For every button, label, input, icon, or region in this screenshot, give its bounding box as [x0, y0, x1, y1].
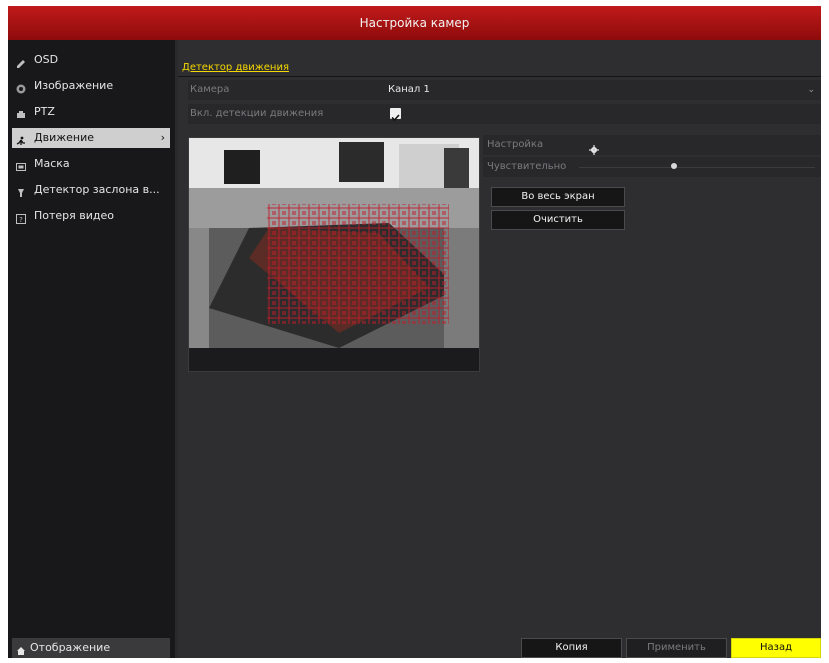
- back-button[interactable]: Назад: [731, 638, 821, 658]
- sidebar-item-label: Маска: [34, 157, 70, 170]
- home-icon: [16, 643, 26, 655]
- clear-button[interactable]: Очистить: [491, 210, 625, 230]
- sidebar-item-tamper-detection[interactable]: Детектор заслона в...: [12, 180, 170, 200]
- image-icon: [16, 81, 26, 94]
- sidebar-item-video-loss[interactable]: ? Потеря видео: [12, 206, 170, 226]
- camera-select[interactable]: Канал 1: [388, 80, 430, 100]
- camera-settings-window: Настройка камер OSD Изображение PTZ Движ…: [8, 6, 821, 658]
- edit-icon: [16, 55, 26, 68]
- sidebar-item-ptz[interactable]: PTZ: [12, 102, 170, 122]
- sensitivity-slider-thumb[interactable]: [671, 163, 677, 169]
- sidebar-item-label: Движение: [34, 131, 95, 144]
- sidebar-item-label: OSD: [34, 53, 59, 66]
- sensitivity-label: Чувствительно: [487, 161, 567, 172]
- enable-motion-checkbox[interactable]: [390, 108, 401, 122]
- sidebar-item-label: Потеря видео: [34, 209, 115, 222]
- sidebar-item-label: PTZ: [34, 105, 55, 118]
- ptz-icon: [16, 107, 26, 118]
- sidebar-item-image[interactable]: Изображение: [12, 76, 170, 96]
- sidebar-item-motion[interactable]: Движение ›: [12, 128, 170, 148]
- motion-area-preview[interactable]: [189, 138, 479, 371]
- section-divider: [178, 76, 821, 77]
- enable-motion-row[interactable]: Вкл. детекции движения: [188, 104, 821, 124]
- check-icon: [391, 114, 400, 122]
- motion-detection-panel: Детектор движения Камера Канал 1 ⌄ Вкл. …: [178, 40, 821, 658]
- question-icon: ?: [16, 211, 26, 224]
- window-title: Настройка камер: [8, 6, 821, 40]
- apply-button[interactable]: Применить: [626, 638, 727, 658]
- sidebar-item-mask[interactable]: Маска: [12, 154, 170, 174]
- section-title: Детектор движения: [182, 62, 289, 73]
- settings-row[interactable]: Настройка: [483, 135, 821, 155]
- sensitivity-row[interactable]: Чувствительно: [483, 157, 821, 177]
- chevron-down-icon[interactable]: ⌄: [807, 80, 815, 100]
- display-label: Отображение: [30, 641, 111, 654]
- chevron-right-icon: ›: [160, 131, 165, 144]
- tamper-icon: [16, 185, 26, 197]
- fullscreen-button[interactable]: Во весь экран: [491, 187, 625, 207]
- camera-row[interactable]: Камера Канал 1 ⌄: [188, 80, 821, 100]
- sidebar: OSD Изображение PTZ Движение › Маска Дет…: [8, 40, 175, 658]
- camera-label: Камера: [190, 84, 230, 95]
- sidebar-item-label: Детектор заслона в...: [34, 183, 160, 196]
- settings-label: Настройка: [487, 139, 544, 150]
- mask-icon: [16, 159, 26, 171]
- copy-button[interactable]: Копия: [521, 638, 622, 658]
- camera-preview[interactable]: [188, 137, 480, 372]
- display-button[interactable]: Отображение: [12, 638, 170, 658]
- sidebar-item-osd[interactable]: OSD: [12, 50, 170, 70]
- enable-motion-label: Вкл. детекции движения: [190, 108, 324, 119]
- gear-icon[interactable]: [589, 140, 599, 155]
- motion-icon: [16, 133, 26, 145]
- sidebar-item-label: Изображение: [34, 79, 114, 92]
- svg-text:?: ?: [19, 216, 23, 224]
- sensitivity-slider[interactable]: [579, 161, 815, 173]
